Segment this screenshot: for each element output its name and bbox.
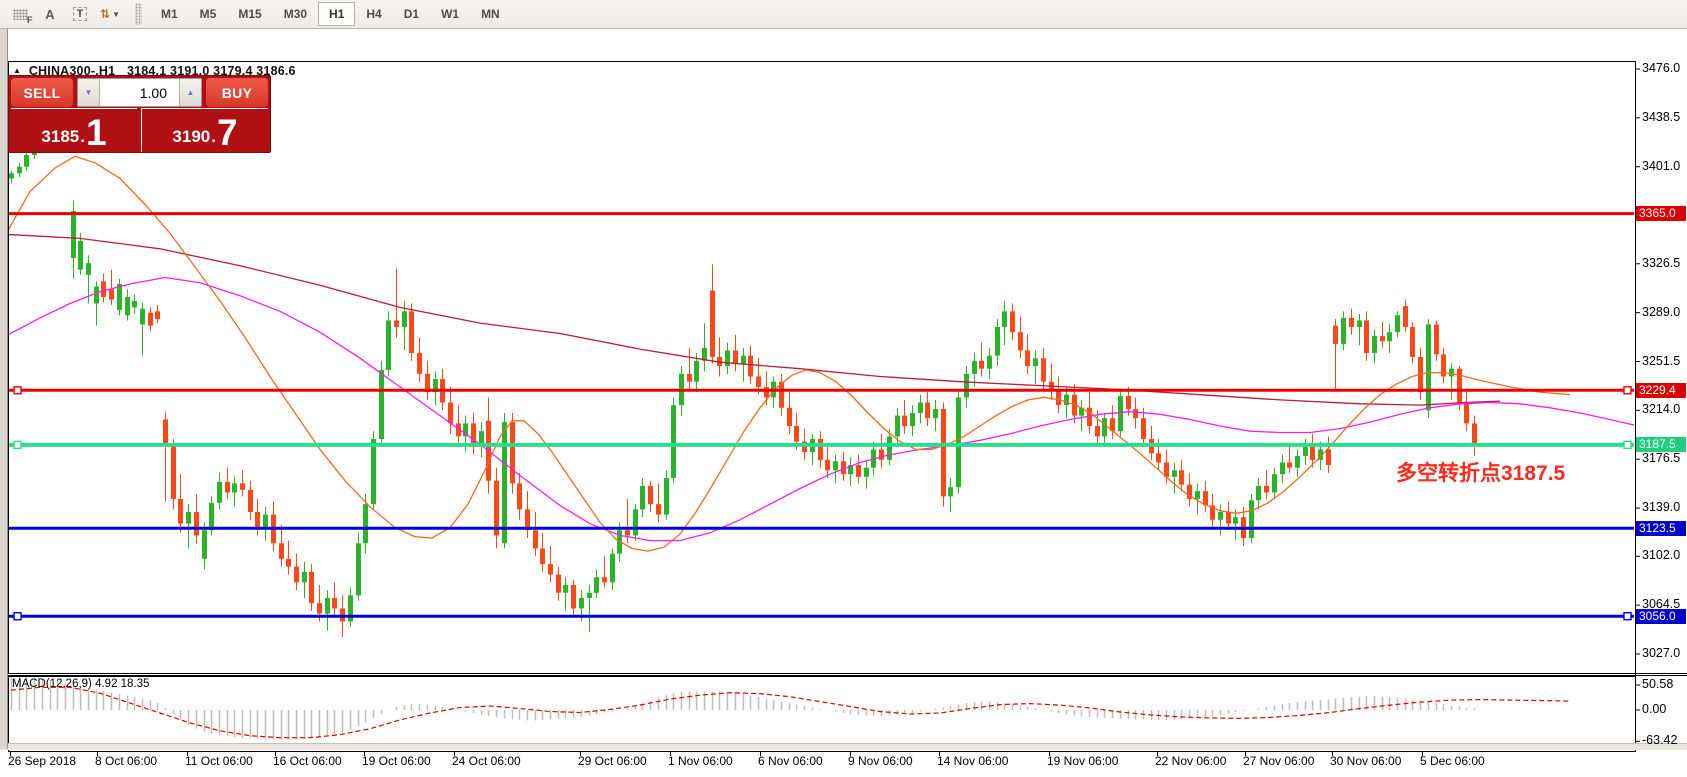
buy-button[interactable]: BUY [206,78,268,107]
timeframe-button-m30[interactable]: M30 [273,2,318,26]
price-level-badge: 3123.5 [1636,521,1686,536]
price-tick-label: 3251.5 [1642,354,1680,368]
volume-decrease-button[interactable]: ▼ [78,79,100,106]
timeframe-button-h4[interactable]: H4 [355,2,392,26]
date-tick-label: 26 Sep 2018 [8,754,76,768]
price-tick-label: 3401.0 [1642,159,1680,173]
price-level-badge: 3056.0 [1636,609,1686,624]
date-tick-label: 19 Nov 06:00 [1047,754,1118,768]
volume-input[interactable] [100,79,179,106]
date-tick-label: 8 Oct 06:00 [95,754,157,768]
date-tick-label: 27 Nov 06:00 [1243,754,1314,768]
timeframe-button-w1[interactable]: W1 [430,2,470,26]
timeframe-buttons: M1M5M15M30H1H4D1W1MN [150,2,511,26]
arrow-objects-dropdown[interactable]: ⇅ ▼ [96,2,124,26]
text-box-icon[interactable]: T [66,2,94,26]
macd-tick-label: -63.42 [1642,733,1677,747]
chart-window: ▲ CHINA300-,H1 3184.1 3191.0 3179.4 3186… [0,28,1687,749]
date-tick-label: 16 Oct 06:00 [273,754,342,768]
buy-price[interactable]: 3190.7 [141,108,268,152]
price-level-badge: 3187.5 [1636,437,1686,452]
price-level-badge: 3229.4 [1636,383,1686,398]
date-tick-label: 24 Oct 06:00 [452,754,521,768]
date-tick-label: 6 Nov 06:00 [758,754,823,768]
date-tick-label: 22 Nov 06:00 [1155,754,1226,768]
price-tick-label: 3176.5 [1642,451,1680,465]
price-tick-label: 3289.0 [1642,305,1680,319]
price-tick-label: 3326.5 [1642,256,1680,270]
timeframe-button-m15[interactable]: M15 [227,2,272,26]
chevron-down-icon: ▼ [112,10,120,19]
fibonacci-icon[interactable]: F [6,2,34,26]
date-tick-label: 9 Nov 06:00 [848,754,913,768]
annotation-text: 多空转折点3187.5 [1396,457,1565,487]
boxed-t-icon: T [73,7,88,21]
date-tick-label: 11 Oct 06:00 [185,754,253,768]
macd-tick-label: 50.58 [1642,677,1673,691]
macd-indicator-label: MACD(12,26,9) 4.92 18.35 [12,678,149,690]
sell-button[interactable]: SELL [11,78,73,107]
timeframe-button-m1[interactable]: M1 [150,2,189,26]
arrows-icon: ⇅ [100,7,110,21]
date-tick-label: 5 Dec 06:00 [1420,754,1485,768]
price-tick-label: 3214.0 [1642,402,1680,416]
date-tick-label: 14 Nov 06:00 [937,754,1008,768]
timeframe-button-h1[interactable]: H1 [318,2,355,26]
price-tick-label: 3139.0 [1642,500,1680,514]
window-left-edge [0,28,8,749]
price-tick-label: 3027.0 [1642,646,1680,660]
date-tick-label: 29 Oct 06:00 [578,754,647,768]
timeframe-button-m5[interactable]: M5 [189,2,228,26]
timeframe-button-mn[interactable]: MN [470,2,511,26]
price-tick-label: 3476.0 [1642,61,1680,75]
macd-tick-label: 0.00 [1642,702,1666,716]
toolbar: F A T ⇅ ▼ M1M5M15M30H1H4D1W1MN [0,0,1687,29]
date-tick-label: 19 Oct 06:00 [362,754,431,768]
volume-control: ▼ ▲ [77,78,202,107]
volume-increase-button[interactable]: ▲ [179,79,201,106]
price-tick-label: 3102.0 [1642,548,1680,562]
price-tick-label: 3438.5 [1642,110,1680,124]
collapse-triangle-icon: ▲ [13,66,21,75]
toolbar-drag-handle[interactable] [135,3,142,25]
letter-a-icon: A [45,7,54,22]
date-tick-label: 1 Nov 06:00 [668,754,733,768]
one-click-trading-panel: SELL ▼ ▲ BUY 3185.1 3190.7 [8,75,271,153]
date-tick-label: 30 Nov 06:00 [1330,754,1401,768]
text-label-icon[interactable]: A [36,2,64,26]
grid-dots-icon: F [13,9,28,20]
timeframe-button-d1[interactable]: D1 [393,2,430,26]
sell-price[interactable]: 3185.1 [11,108,137,152]
price-level-badge: 3365.0 [1636,206,1686,221]
